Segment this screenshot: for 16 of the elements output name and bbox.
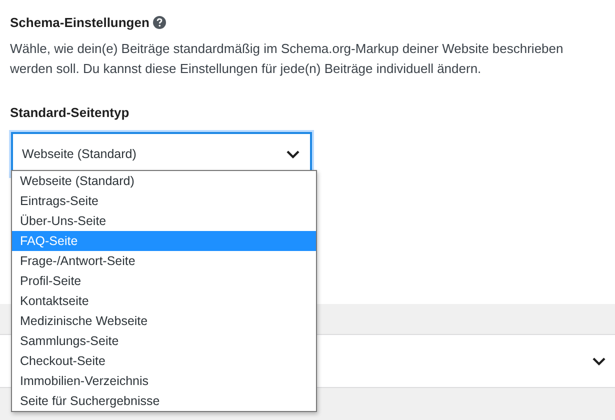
chevron-down-icon xyxy=(286,150,300,158)
dropdown-option[interactable]: Checkout-Seite xyxy=(12,351,316,371)
dropdown-option[interactable]: Kontaktseite xyxy=(12,291,316,311)
help-icon[interactable] xyxy=(153,16,166,29)
dropdown-option[interactable]: Medizinische Webseite xyxy=(12,311,316,331)
dropdown-option[interactable]: Über-Uns-Seite xyxy=(12,211,316,231)
dropdown-option[interactable]: Immobilien-Verzeichnis xyxy=(12,371,316,391)
dropdown-option[interactable]: Eintrags-Seite xyxy=(12,191,316,211)
dropdown-option[interactable]: Profil-Seite xyxy=(12,271,316,291)
dropdown-option[interactable]: Sammlungs-Seite xyxy=(12,331,316,351)
chevron-down-icon xyxy=(592,356,606,366)
dropdown-option[interactable]: Seite für Suchergebnisse xyxy=(12,391,316,411)
section-title: Schema-Einstellungen xyxy=(10,15,150,30)
section-description: Wähle, wie dein(e) Beiträge standardmäßig im Schema.org-Markup deiner Website beschrieben werden soll. Du kannst diese Einstellungen für jede(n) Beiträge individuell ändern. xyxy=(10,40,564,78)
field-label: Standard-Seitentyp xyxy=(10,105,130,120)
dropdown-option[interactable]: Frage-/Antwort-Seite xyxy=(12,251,316,271)
